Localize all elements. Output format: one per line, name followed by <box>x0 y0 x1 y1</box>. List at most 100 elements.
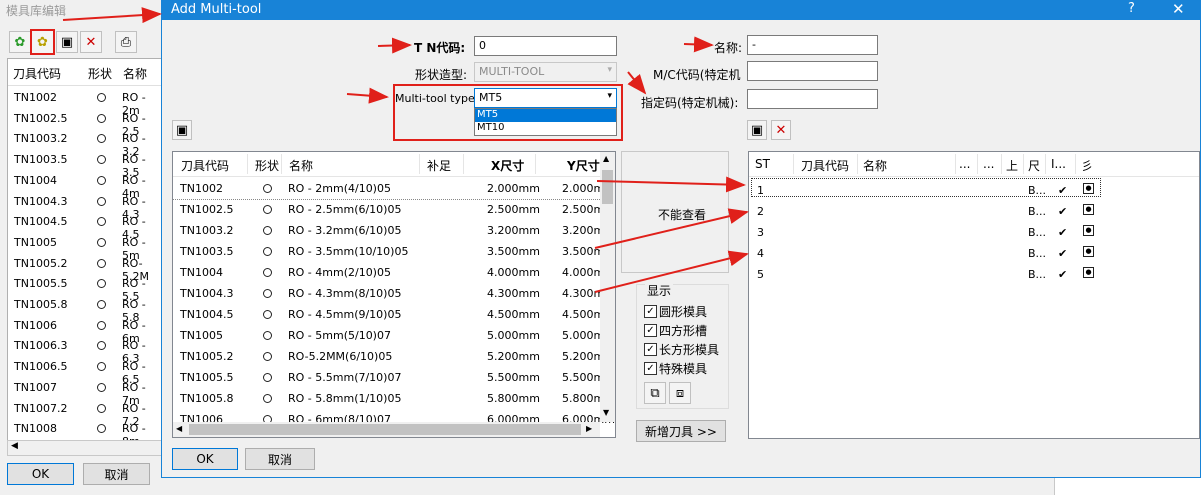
col-name[interactable]: 名称 <box>289 157 313 174</box>
tn-code-field[interactable]: 0 <box>474 36 617 56</box>
right-delete-button[interactable]: ✕ <box>771 120 791 140</box>
station-toggle-icon[interactable]: ● <box>1083 225 1094 236</box>
library-row[interactable]: TN1004.3 RO - 4.3 <box>8 191 162 221</box>
tool-row[interactable]: TN1003.2 RO - 3.2mm(6/10)05 3.200mm 3.200mm <box>173 220 615 241</box>
checkbox[interactable]: ✓ <box>644 362 657 375</box>
library-row[interactable]: TN1005.8 RO - 5.8 <box>8 294 162 324</box>
chevron-down-icon: ▾ <box>607 91 612 101</box>
col-last[interactable]: 彡 <box>1081 157 1093 174</box>
library-ok-button[interactable]: OK <box>7 463 74 485</box>
station-toggle-icon[interactable]: ● <box>1083 246 1094 257</box>
add-tool-button[interactable]: 新增刀具 >> <box>636 420 726 442</box>
tool-row[interactable]: TN1004.5 RO - 4.5mm(9/10)05 4.500mm 4.500mm <box>173 304 615 325</box>
tool-row[interactable]: TN1003.5 RO - 3.5mm(10/10)05 3.500mm 3.500m… <box>173 241 615 262</box>
library-row[interactable]: TN1006.3 RO - 6.3 <box>8 335 162 365</box>
new-tool-button[interactable]: ✿ <box>9 31 31 53</box>
col-extra-1[interactable]: ... <box>959 157 970 171</box>
library-row[interactable]: TN1002 RO - 2m <box>8 87 162 117</box>
checkbox[interactable]: ✓ <box>644 343 657 356</box>
library-row[interactable]: TN1005.2 RO-5.2M <box>8 253 162 283</box>
specified-code-field[interactable] <box>747 89 878 109</box>
dialog-cancel-button[interactable]: 取消 <box>245 448 315 470</box>
tool-row[interactable]: TN1004.3 RO - 4.3mm(8/10)05 4.300mm 4.300mm <box>173 283 615 304</box>
tool-row[interactable]: TN1005 RO - 5mm(5/10)07 5.000mm 5.000mm <box>173 325 615 346</box>
col-tool-code[interactable]: 刀具代码 <box>801 157 849 174</box>
round-shape-icon <box>97 320 106 330</box>
library-row[interactable]: TN1007.2 RO - 7.2 <box>8 398 162 428</box>
tool-row[interactable]: TN1002 RO - 2mm(4/10)05 2.000mm 2.000mm <box>173 178 615 200</box>
station-row[interactable]: 2 B... ✔ ● <box>749 201 1099 222</box>
check-all-button[interactable]: ⧉ <box>644 382 666 404</box>
col-shape[interactable]: 形状 <box>88 65 112 82</box>
station-row[interactable]: 4 B... ✔ ● <box>749 243 1099 264</box>
library-row[interactable]: TN1003.2 RO - 3.2 <box>8 128 162 158</box>
col-up[interactable]: 上 <box>1006 157 1018 174</box>
library-row[interactable]: TN1004.5 RO - 4.5 <box>8 211 162 241</box>
col-shape[interactable]: 形状 <box>255 157 279 174</box>
help-button[interactable]: ? <box>1128 1 1135 16</box>
col-name[interactable]: 名称 <box>863 157 887 174</box>
col-tool-code[interactable]: 刀具代码 <box>13 65 61 82</box>
hscroll-thumb[interactable] <box>189 424 581 435</box>
name-field[interactable]: - <box>747 35 878 55</box>
station-toggle-icon[interactable]: ● <box>1083 267 1094 278</box>
mc-code-field[interactable] <box>747 61 878 81</box>
col-name[interactable]: 名称 <box>123 65 147 82</box>
station-toggle-icon[interactable]: ● <box>1083 204 1094 215</box>
library-row[interactable]: TN1007 RO - 7m <box>8 377 162 407</box>
checkbox[interactable]: ✓ <box>644 305 657 318</box>
multitool-type-select[interactable]: MT5 ▾ <box>474 88 617 108</box>
col-compensation[interactable]: 补足 <box>427 157 451 174</box>
tool-grid-vscrollbar[interactable]: ▲ ▼ <box>600 152 615 422</box>
tool-list-grid[interactable]: 刀具代码 形状 名称 补足 X尺寸 Y尺寸 TN1002 RO - 2mm(4/1… <box>172 151 616 438</box>
dialog-ok-button[interactable]: OK <box>172 448 238 470</box>
tool-row[interactable]: TN1005.5 RO - 5.5mm(7/10)07 5.500mm 5.500mm <box>173 367 615 388</box>
display-option[interactable]: ✓ 长方形模具 <box>644 341 719 358</box>
col-y-size[interactable]: Y尺寸 <box>567 157 600 174</box>
option-mt5[interactable]: MT5 <box>475 109 616 122</box>
tool-row[interactable]: TN1005.2 RO-5.2MM(6/10)05 5.200mm 5.200mm <box>173 346 615 367</box>
col-i[interactable]: I... <box>1051 157 1066 171</box>
library-tool-list[interactable]: 刀具代码 形状 名称 TN1002 RO - 2m TN1002.5 RO - 2.5… <box>7 58 163 456</box>
library-row[interactable]: TN1006 RO - 6m <box>8 315 162 345</box>
station-grid[interactable]: ST 刀具代码 名称 ... ... 上 尺 I... 彡 1 B... ✔ ● 2 B.… <box>748 151 1200 439</box>
left-properties-button[interactable]: ▣ <box>172 120 192 140</box>
station-toggle-icon[interactable]: ● <box>1083 183 1094 194</box>
display-option[interactable]: ✓ 圆形模具 <box>644 303 707 320</box>
close-button[interactable]: ✕ <box>1172 0 1185 18</box>
tool-row[interactable]: TN1002.5 RO - 2.5mm(6/10)05 2.500mm 2.500mm <box>173 199 615 220</box>
library-row[interactable]: TN1004 RO - 4m <box>8 170 162 200</box>
display-option[interactable]: ✓ 四方形槽 <box>644 322 707 339</box>
option-mt10[interactable]: MT10 <box>475 122 616 135</box>
station-row[interactable]: 3 B... ✔ ● <box>749 222 1099 243</box>
tool-row[interactable]: TN1005.8 RO - 5.8mm(1/10)05 5.800mm 5.800mm <box>173 388 615 409</box>
library-hscrollbar[interactable]: ◀ <box>7 440 163 456</box>
library-row[interactable]: TN1006.5 RO - 6.5 <box>8 356 162 386</box>
col-x-size[interactable]: X尺寸 <box>491 157 524 174</box>
dialog-titlebar[interactable]: Add Multi-tool ? ✕ <box>162 0 1200 20</box>
library-row[interactable]: TN1005.5 RO - 5.5 <box>8 273 162 303</box>
delete-button[interactable]: ✕ <box>80 31 102 53</box>
shape-select[interactable]: MULTI-TOOL ▾ <box>474 62 617 82</box>
tool-row[interactable]: TN1004 RO - 4mm(2/10)05 4.000mm 4.000mm <box>173 262 615 283</box>
right-properties-button[interactable]: ▣ <box>747 120 767 140</box>
library-row[interactable]: TN1002.5 RO - 2.5 <box>8 108 162 138</box>
new-multitool-button[interactable]: ✿ <box>30 29 55 55</box>
col-tool-code[interactable]: 刀具代码 <box>181 157 229 174</box>
tool-grid-hscrollbar[interactable]: ◀ ▶ <box>173 422 600 437</box>
checkbox[interactable]: ✓ <box>644 324 657 337</box>
col-station[interactable]: ST <box>755 157 770 171</box>
col-size[interactable]: 尺 <box>1028 157 1040 174</box>
print-button[interactable]: ⎙ <box>115 31 137 53</box>
station-row[interactable]: 5 B... ✔ ● <box>749 264 1099 285</box>
library-cancel-button[interactable]: 取消 <box>83 463 150 485</box>
library-row[interactable]: TN1008RO - 8m <box>8 418 162 448</box>
properties-button[interactable]: ▣ <box>56 31 78 53</box>
col-extra-2[interactable]: ... <box>983 157 994 171</box>
library-row[interactable]: TN1005 RO - 5m <box>8 232 162 262</box>
station-row[interactable]: 1 B... ✔ ● <box>749 180 1099 201</box>
scroll-thumb[interactable] <box>602 170 613 204</box>
uncheck-all-button[interactable]: ⧈ <box>669 382 691 404</box>
display-option[interactable]: ✓ 特殊模具 <box>644 360 707 377</box>
library-row[interactable]: TN1003.5 RO - 3.5 <box>8 149 162 179</box>
